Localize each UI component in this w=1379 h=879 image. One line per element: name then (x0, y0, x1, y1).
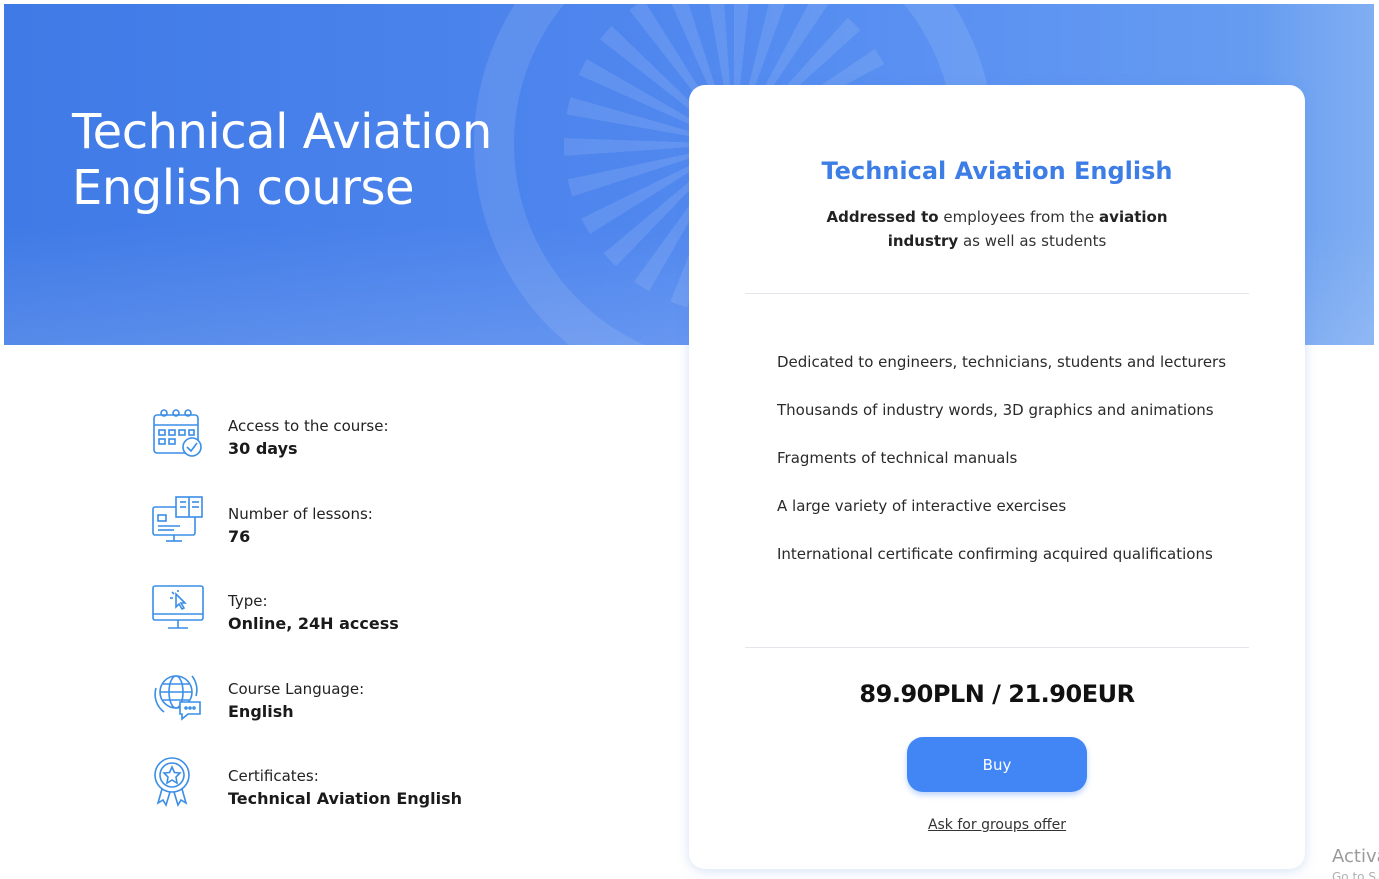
page-title-line2: English course (72, 160, 415, 216)
benefits-list: Dedicated to engineers, technicians, stu… (777, 350, 1257, 590)
feature-certificates-label: Certificates: (228, 767, 319, 785)
globe-chat-icon (154, 674, 201, 721)
card-divider-bottom (745, 647, 1249, 648)
groups-offer-link[interactable]: Ask for groups offer (689, 817, 1305, 833)
buy-button[interactable]: Buy (907, 737, 1087, 792)
feature-lessons-label: Number of lessons: (228, 504, 373, 523)
page-title-line1: Technical Aviation (72, 104, 492, 160)
feature-lessons-value: 76 (228, 526, 251, 546)
windows-activation-watermark: Activa (1332, 846, 1379, 867)
price-label: 89.90PLN / 21.90EUR (859, 680, 1135, 708)
course-features-list: Access to the course: 30 days Number of … (150, 405, 630, 843)
feature-type: Type: Online, 24H access (150, 580, 630, 668)
monitor-cursor-icon (152, 585, 204, 629)
card-subtitle-text2: as well as students (958, 232, 1107, 250)
card-subtitle-bold1: Addressed to (826, 208, 939, 226)
feature-type-value: Online, 24H access (228, 614, 399, 633)
card-divider-top (745, 293, 1249, 294)
card-subtitle: Addressed to employees from the aviation… (817, 205, 1177, 253)
course-offer-card: Technical Aviation English Addressed to … (689, 85, 1305, 869)
benefit-item: A large variety of interactive exercises (777, 497, 1067, 515)
feature-certificates: Certificates: Technical Aviation English (150, 755, 630, 843)
windows-activation-subtext: Go to S (1332, 870, 1376, 879)
benefit-item: International certificate confirming acq… (777, 545, 1213, 563)
feature-language-label: Course Language: (228, 679, 365, 698)
benefit-item: Thousands of industry words, 3D graphics… (777, 401, 1214, 419)
feature-type-label: Type: (228, 592, 268, 610)
benefit-item: Fragments of technical manuals (777, 449, 1018, 467)
card-title: Technical Aviation English (821, 157, 1173, 185)
card-subtitle-text1: employees from the (938, 208, 1100, 226)
feature-language: Course Language: English (150, 668, 630, 756)
calendar-check-icon (153, 409, 202, 457)
feature-certificates-value: Technical Aviation English (228, 789, 462, 808)
feature-access: Access to the course: 30 days (150, 405, 630, 493)
certificate-badge-icon (154, 757, 190, 807)
feature-access-value: 30 days (228, 439, 298, 458)
page-title: Technical Aviation English course (72, 104, 592, 216)
feature-lessons: Number of lessons: 76 (150, 493, 630, 581)
lessons-screen-icon (152, 495, 203, 542)
feature-access-label: Access to the course: (228, 417, 389, 435)
feature-language-value: English (228, 701, 294, 721)
benefit-item: Dedicated to engineers, technicians, stu… (777, 353, 1227, 371)
